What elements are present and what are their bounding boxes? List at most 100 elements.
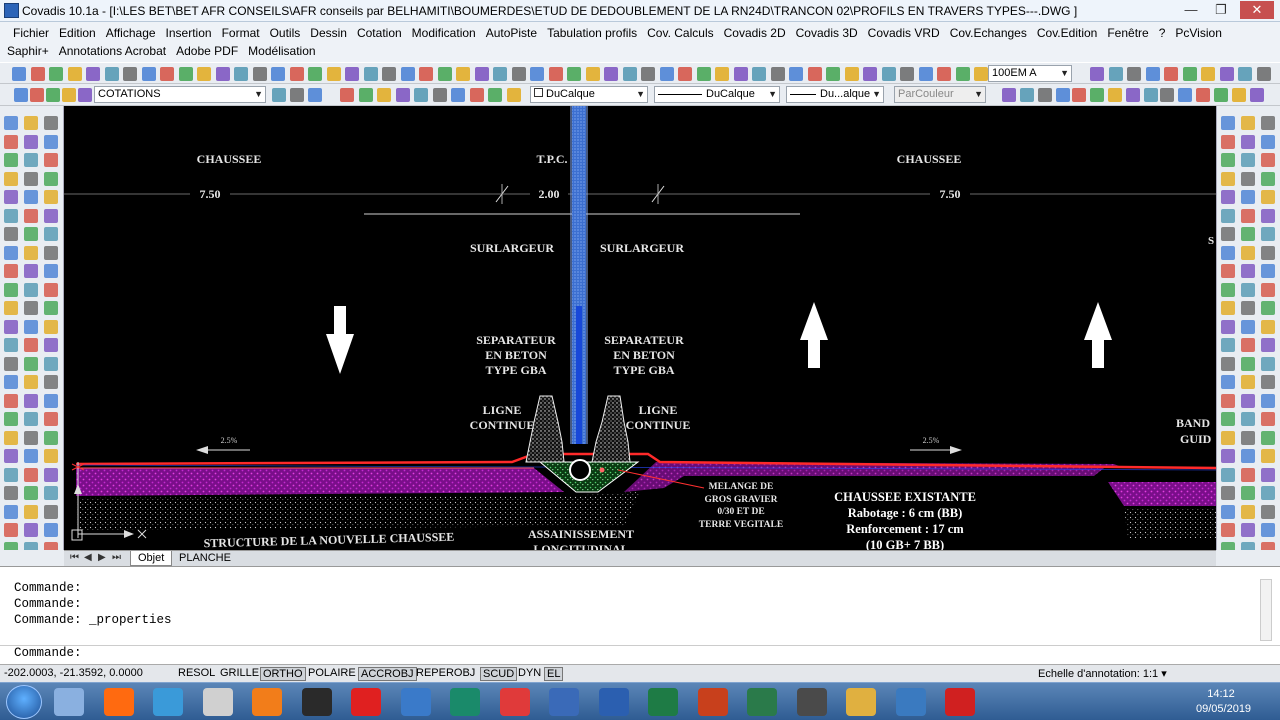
tool-icon[interactable] [4,357,18,371]
tool-icon[interactable] [290,67,304,81]
tool-icon[interactable] [24,153,38,167]
tool-icon[interactable] [24,357,38,371]
tool-icon[interactable] [44,375,58,389]
status-polaire-button[interactable]: POLAIRE [306,667,358,681]
restore-button[interactable]: ❐ [1206,1,1236,19]
taskbar-app-icon[interactable] [400,688,431,716]
tool-icon[interactable] [826,67,840,81]
tool-icon[interactable] [44,116,58,130]
tool-icon[interactable] [24,172,38,186]
tool-icon[interactable] [197,67,211,81]
tool-icon[interactable] [24,301,38,315]
tool-icon[interactable] [1002,88,1016,102]
tool-icon[interactable] [44,412,58,426]
tool-icon[interactable] [789,67,803,81]
tool-icon[interactable] [44,523,58,537]
taskbar-app-icon[interactable] [450,688,480,716]
tool-icon[interactable] [623,67,637,81]
start-button[interactable] [6,685,42,719]
tool-icon[interactable] [4,523,18,537]
tool-icon[interactable] [1261,505,1275,519]
tool-icon[interactable] [1221,394,1235,408]
tool-icon[interactable] [24,523,38,537]
tool-icon[interactable] [863,67,877,81]
tool-icon[interactable] [4,394,18,408]
tool-icon[interactable] [24,505,38,519]
tool-icon[interactable] [4,172,18,186]
tool-icon[interactable] [160,67,174,81]
tool-icon[interactable] [1183,67,1197,81]
tool-icon[interactable] [44,449,58,463]
command-scrollbar[interactable] [1260,579,1272,641]
tool-icon[interactable] [1221,283,1235,297]
tool-icon[interactable] [4,431,18,445]
tool-icon[interactable] [44,246,58,260]
tool-icon[interactable] [1261,153,1275,167]
taskbar-app-icon[interactable] [252,688,282,716]
tool-icon[interactable] [1220,67,1234,81]
prev-tab-icon[interactable]: ◀ [84,552,92,563]
status-el-button[interactable]: EL [544,667,564,681]
taskbar-app-icon[interactable] [153,688,183,716]
tool-icon[interactable] [4,375,18,389]
tool-icon[interactable] [382,67,396,81]
tool-icon[interactable] [530,67,544,81]
menu-item[interactable]: Format [217,24,265,42]
menu-item[interactable]: Dessin [305,24,352,42]
tool-icon[interactable] [451,88,465,102]
tool-icon[interactable] [1241,116,1255,130]
color-dropdown[interactable]: DuCalque ▼ [530,86,648,103]
status-ortho-button[interactable]: ORTHO [260,667,306,681]
tool-icon[interactable] [86,67,100,81]
tool-icon[interactable] [1221,135,1235,149]
tool-icon[interactable] [4,264,18,278]
tool-icon[interactable] [1241,301,1255,315]
tool-icon[interactable] [1020,88,1034,102]
tool-icon[interactable] [1241,264,1255,278]
menu-item[interactable]: Cov.Edition [1032,24,1102,42]
tool-icon[interactable] [4,338,18,352]
tool-icon[interactable] [1232,88,1246,102]
tool-icon[interactable] [4,116,18,130]
taskbar-app-icon[interactable] [598,688,629,716]
tool-icon[interactable] [24,135,38,149]
tool-icon[interactable] [290,88,304,102]
tool-icon[interactable] [604,67,618,81]
tool-icon[interactable] [4,505,18,519]
tool-icon[interactable] [1261,135,1275,149]
tool-icon[interactable] [1261,301,1275,315]
tool-icon[interactable] [1221,172,1235,186]
tool-icon[interactable] [1241,431,1255,445]
tool-icon[interactable] [308,88,322,102]
tool-icon[interactable] [1261,523,1275,537]
tool-icon[interactable] [234,67,248,81]
menu-item[interactable]: Tabulation profils [542,24,642,42]
tool-icon[interactable] [4,301,18,315]
taskbar-app-icon[interactable] [945,688,975,716]
tool-icon[interactable] [4,135,18,149]
menu-item[interactable]: Covadis 3D [791,24,863,42]
tool-icon[interactable] [1241,246,1255,260]
tool-icon[interactable] [1056,88,1070,102]
tool-icon[interactable] [1261,209,1275,223]
tool-icon[interactable] [1221,190,1235,204]
tool-icon[interactable] [1221,486,1235,500]
menu-item[interactable]: Cov.Echanges [945,24,1032,42]
tool-icon[interactable] [1090,88,1104,102]
menu-item[interactable]: Cotation [352,24,407,42]
tool-icon[interactable] [327,67,341,81]
tool-icon[interactable] [4,190,18,204]
tool-icon[interactable] [1241,523,1255,537]
tool-icon[interactable] [78,88,92,102]
tool-icon[interactable] [24,431,38,445]
tool-icon[interactable] [364,67,378,81]
tool-icon[interactable] [1241,209,1255,223]
tool-icon[interactable] [433,88,447,102]
tool-icon[interactable] [493,67,507,81]
tool-icon[interactable] [438,67,452,81]
tool-icon[interactable] [1241,394,1255,408]
tool-icon[interactable] [377,88,391,102]
tool-icon[interactable] [715,67,729,81]
next-tab-icon[interactable]: ▶ [98,552,106,563]
taskbar-app-icon[interactable] [103,688,134,716]
